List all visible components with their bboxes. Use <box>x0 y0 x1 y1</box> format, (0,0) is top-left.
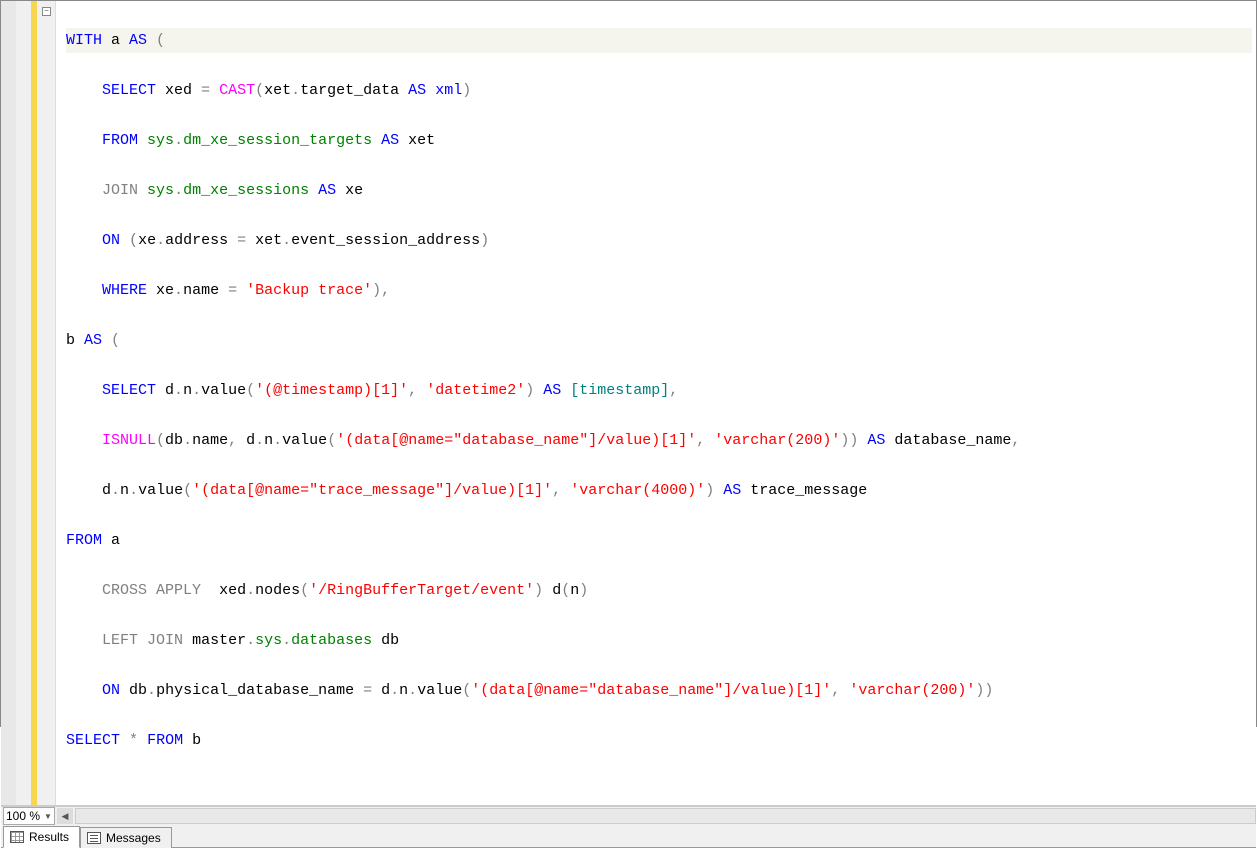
grid-icon <box>10 831 24 843</box>
tab-results[interactable]: Results <box>3 826 80 848</box>
change-indicator <box>31 1 37 805</box>
tab-messages-label: Messages <box>106 831 161 845</box>
horizontal-scrollbar[interactable] <box>75 808 1256 824</box>
fold-toggle[interactable]: − <box>42 7 51 16</box>
results-tabs: Results Messages <box>1 825 1256 848</box>
zoom-scroll-bar: 100 % ▼ ◀ <box>1 806 1256 825</box>
scroll-left-icon[interactable]: ◀ <box>57 808 73 824</box>
chevron-down-icon: ▼ <box>44 812 52 821</box>
zoom-value: 100 % <box>6 809 40 823</box>
indicator-margin <box>1 1 16 805</box>
sql-code[interactable]: WITH a AS ( SELECT xed = CAST(xet.target… <box>56 1 1256 805</box>
zoom-dropdown[interactable]: 100 % ▼ <box>3 807 55 825</box>
tab-messages[interactable]: Messages <box>80 827 172 848</box>
tab-results-label: Results <box>29 830 69 844</box>
sql-editor-area: − WITH a AS ( SELECT xed = CAST(xet.targ… <box>1 1 1256 806</box>
messages-icon <box>87 832 101 844</box>
editor-gutter: − <box>16 1 56 805</box>
